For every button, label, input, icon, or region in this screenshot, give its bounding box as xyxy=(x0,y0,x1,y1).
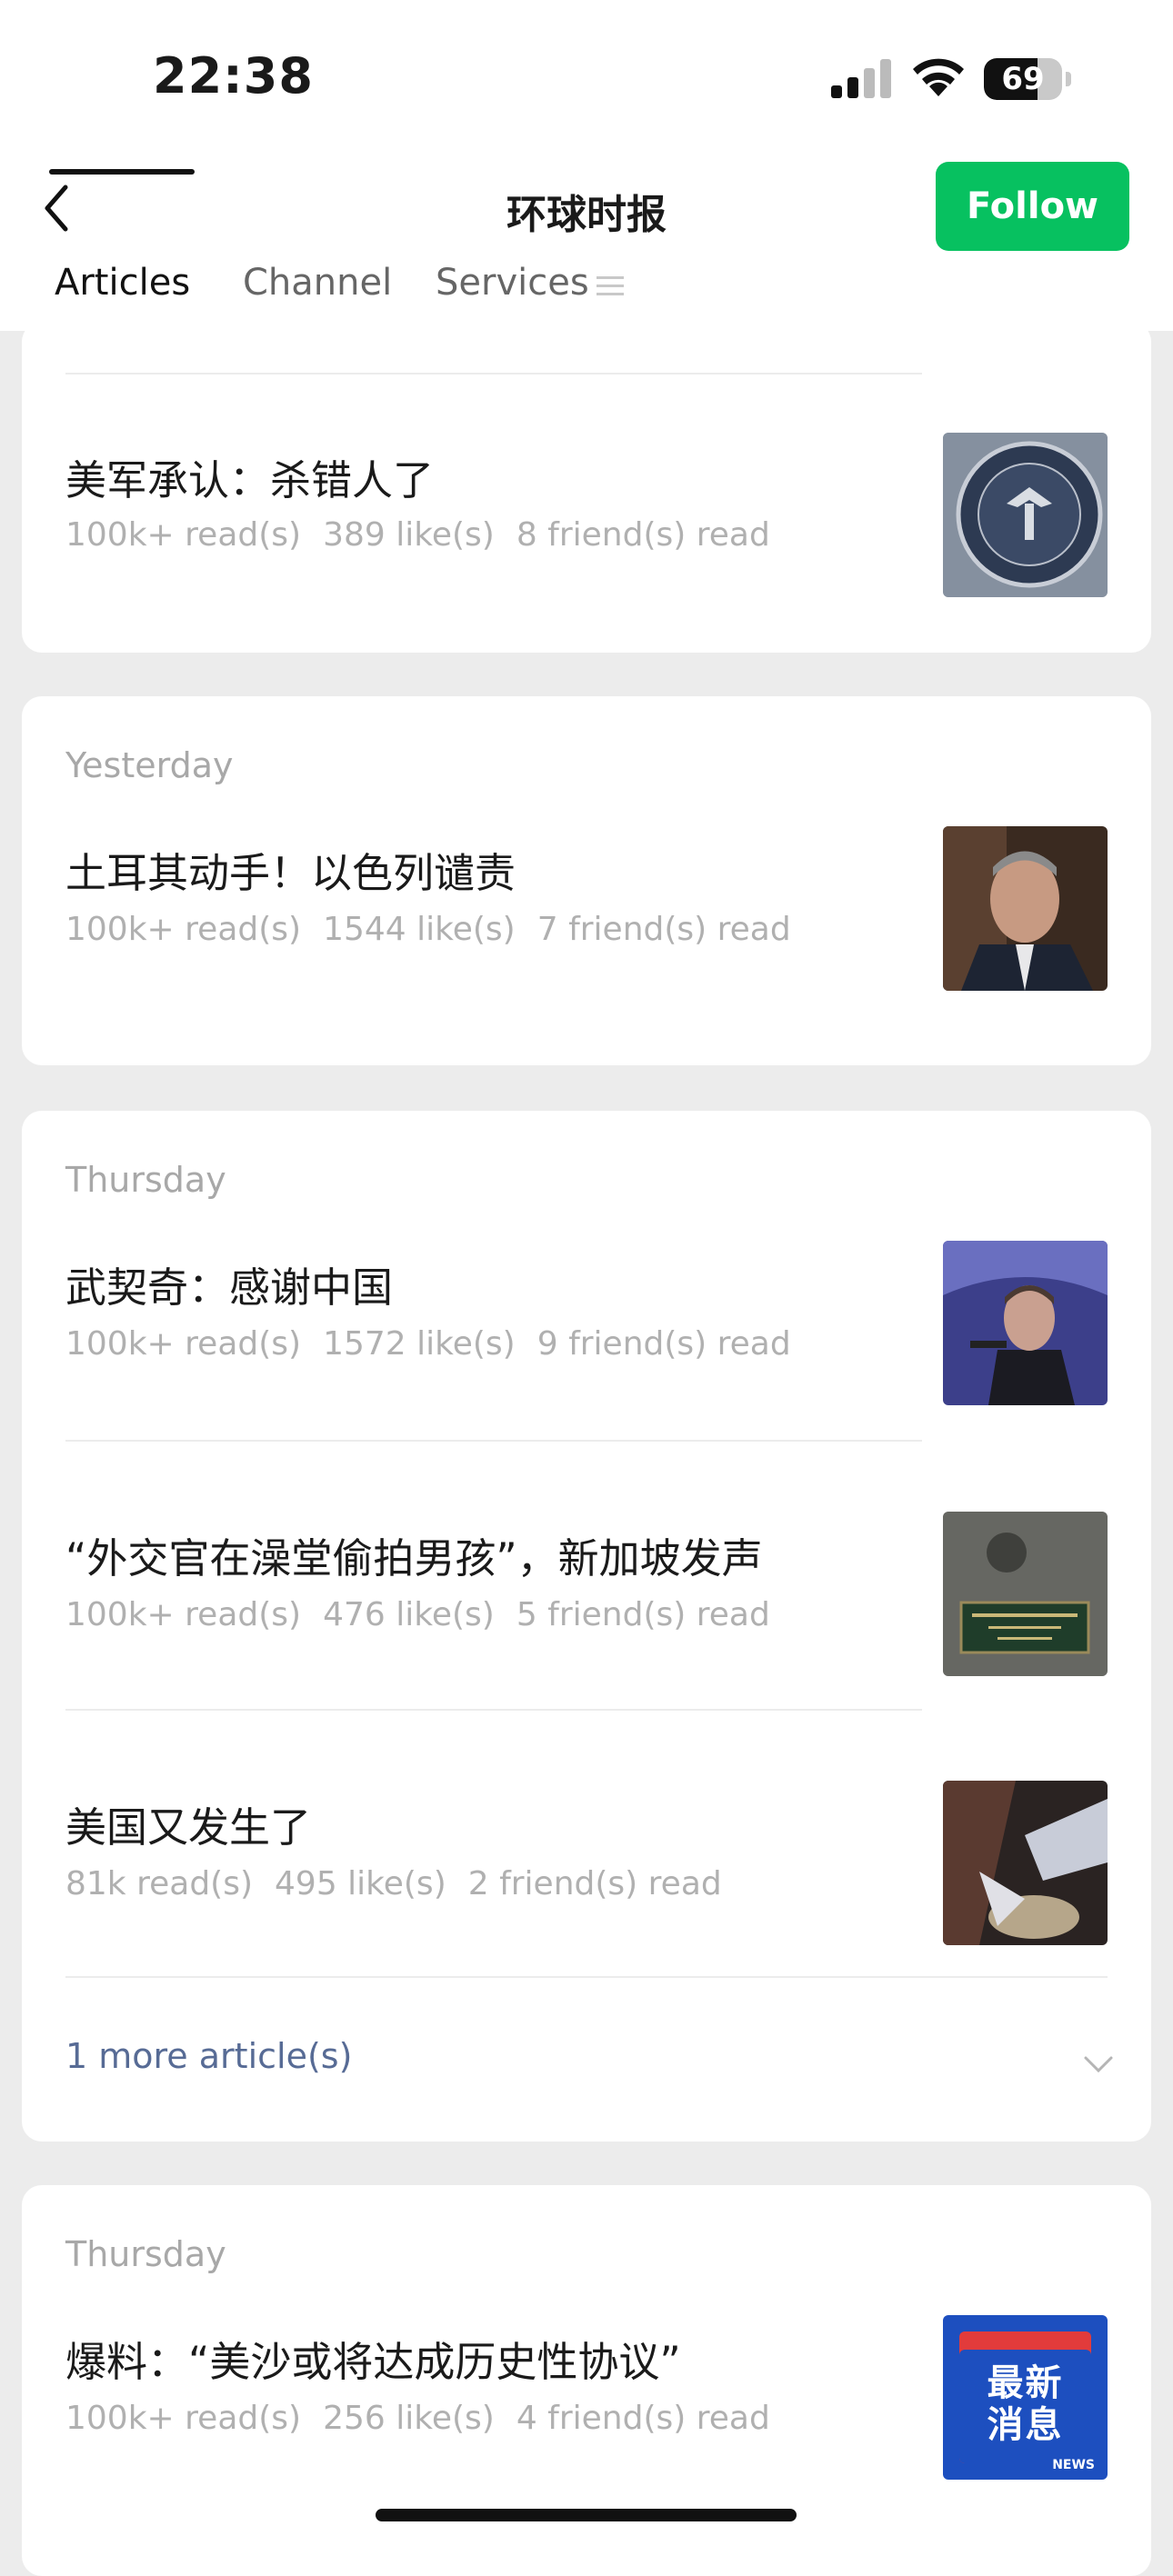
group-date: Thursday xyxy=(65,1160,226,1200)
article-title[interactable]: 爆料：“美沙或将达成历史性协议” xyxy=(65,2329,681,2388)
battery-percentage: 69 xyxy=(1001,61,1045,97)
like-count: 495 like(s) xyxy=(275,1865,446,1902)
tab-bar: Articles Channel Services xyxy=(0,262,1173,331)
follow-button[interactable]: Follow xyxy=(936,162,1129,251)
read-count: 100k+ read(s) xyxy=(65,516,302,554)
status-bar: 22:38 69 xyxy=(0,0,1173,155)
article-meta: 100k+ read(s) 476 like(s) 5 friend(s) read xyxy=(65,1596,792,1633)
friend-read-count: 4 friend(s) read xyxy=(516,2400,770,2437)
article-group: 美军承认：杀错人了 100k+ read(s) 389 like(s) 8 frie… xyxy=(22,322,1151,653)
article-title[interactable]: 武契奇：感谢中国 xyxy=(65,1254,393,1313)
article-thumbnail[interactable] xyxy=(943,433,1108,597)
friend-read-count: 2 friend(s) read xyxy=(467,1865,722,1902)
chevron-down-icon[interactable] xyxy=(1080,2052,1117,2076)
divider xyxy=(65,1440,922,1442)
tab-channel[interactable]: Channel xyxy=(243,262,392,304)
article-title[interactable]: 土耳其动手！以色列谴责 xyxy=(65,840,516,899)
battery-icon: 69 xyxy=(984,58,1071,100)
article-title[interactable]: 美国又发生了 xyxy=(65,1794,311,1853)
friend-read-count: 8 friend(s) read xyxy=(516,516,770,554)
friend-read-count: 9 friend(s) read xyxy=(536,1325,791,1363)
article-meta: 100k+ read(s) 256 like(s) 4 friend(s) read xyxy=(65,2400,792,2437)
article-thumbnail[interactable] xyxy=(943,1512,1108,1676)
read-count: 100k+ read(s) xyxy=(65,1325,302,1363)
menu-icon[interactable] xyxy=(597,275,624,298)
like-count: 256 like(s) xyxy=(323,2400,495,2437)
divider xyxy=(65,373,922,374)
friend-read-count: 5 friend(s) read xyxy=(516,1596,770,1633)
group-date: Yesterday xyxy=(65,745,234,785)
article-thumbnail[interactable] xyxy=(943,1241,1108,1405)
group-date: Thursday xyxy=(65,2234,226,2274)
like-count: 476 like(s) xyxy=(323,1596,495,1633)
article-group: Yesterday 土耳其动手！以色列谴责 100k+ read(s) 1544 … xyxy=(22,696,1151,1065)
like-count: 389 like(s) xyxy=(323,516,495,554)
article-meta: 100k+ read(s) 1544 like(s) 7 friend(s) rea… xyxy=(65,911,813,948)
active-tab-indicator xyxy=(49,169,195,175)
article-meta: 81k read(s) 495 like(s) 2 friend(s) read xyxy=(65,1865,744,1902)
cellular-signal-icon xyxy=(831,59,891,98)
article-thumbnail[interactable] xyxy=(943,826,1108,991)
like-count: 1572 like(s) xyxy=(323,1325,516,1363)
friend-read-count: 7 friend(s) read xyxy=(536,911,791,948)
article-thumbnail[interactable]: 最新消息 NEWS xyxy=(943,2315,1108,2480)
tab-articles[interactable]: Articles xyxy=(55,262,190,304)
tab-services[interactable]: Services xyxy=(436,262,589,304)
divider xyxy=(65,1709,922,1711)
article-thumbnail[interactable] xyxy=(943,1781,1108,1945)
article-meta: 100k+ read(s) 389 like(s) 8 friend(s) read xyxy=(65,516,792,554)
article-group: Thursday 武契奇：感谢中国 100k+ read(s) 1572 like… xyxy=(22,1111,1151,2142)
read-count: 81k read(s) xyxy=(65,1865,254,1902)
status-time: 22:38 xyxy=(153,47,314,105)
read-count: 100k+ read(s) xyxy=(65,1596,302,1633)
like-count: 1544 like(s) xyxy=(323,911,516,948)
account-header: 环球时报 Follow Articles Channel Services xyxy=(0,155,1173,331)
article-meta: 100k+ read(s) 1572 like(s) 9 friend(s) rea… xyxy=(65,1325,813,1363)
home-indicator[interactable] xyxy=(376,2509,797,2521)
article-title[interactable]: “外交官在澡堂偷拍男孩”，新加坡发声 xyxy=(65,1525,763,1584)
article-title[interactable]: 美军承认：杀错人了 xyxy=(65,447,434,506)
read-count: 100k+ read(s) xyxy=(65,911,302,948)
news-badge-subtext: NEWS xyxy=(1052,2458,1095,2472)
divider xyxy=(65,1976,1108,1978)
read-count: 100k+ read(s) xyxy=(65,2400,302,2437)
news-badge-text: 最新消息 xyxy=(987,2362,1064,2446)
wifi-icon xyxy=(913,58,964,96)
more-articles-link[interactable]: 1 more article(s) xyxy=(65,2036,352,2076)
